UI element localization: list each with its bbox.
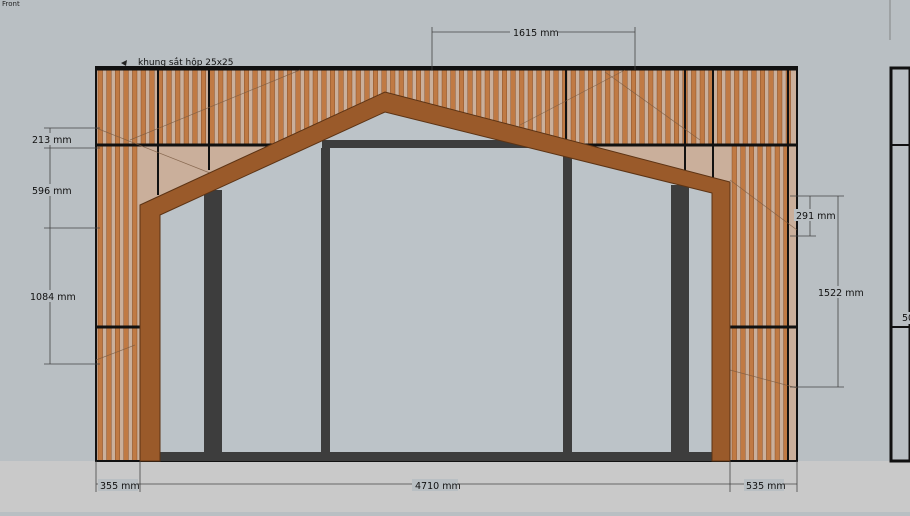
timber-slat [749, 144, 755, 462]
timber-slat [656, 68, 662, 146]
elevation-drawing: khung sắt hộp 25x25 213 mm 596 mm 1084 m… [0, 0, 910, 512]
timber-slat [106, 144, 112, 462]
timber-slat [278, 68, 284, 146]
timber-slat [622, 68, 628, 146]
timber-slat [114, 144, 120, 462]
frame-annotation: khung sắt hộp 25x25 [121, 57, 234, 68]
timber-slat [691, 68, 697, 146]
timber-slat [132, 144, 138, 462]
timber-slat [243, 68, 249, 146]
timber-slat [183, 68, 189, 146]
timber-slat [674, 68, 680, 146]
timber-slat [123, 68, 129, 146]
annotation-arrow [121, 60, 127, 66]
timber-slat [132, 68, 138, 146]
frame-annotation-label: khung sắt hộp 25x25 [138, 57, 234, 68]
timber-slat [570, 68, 576, 146]
timber-slat [596, 68, 602, 146]
timber-slat [97, 68, 103, 146]
timber-slat [751, 68, 757, 146]
timber-slat [226, 68, 232, 146]
timber-slat [734, 68, 740, 146]
timber-slat [261, 68, 267, 146]
door-mullion-center-right [563, 155, 572, 461]
dim-label-bottom-center: 4710 mm [415, 481, 461, 492]
timber-slat [218, 68, 224, 146]
timber-slat [235, 68, 241, 146]
door-sill [160, 452, 712, 461]
dim-label-bottom-right: 535 mm [746, 481, 786, 492]
timber-slat [757, 144, 763, 462]
timber-slat [200, 68, 206, 146]
dim-label-right-large: 1522 mm [818, 288, 864, 299]
timber-slat [740, 144, 746, 462]
timber-slat [648, 68, 654, 146]
timber-slat [766, 144, 772, 462]
timber-slat [149, 68, 155, 146]
dim-label-top: 1615 mm [513, 28, 559, 39]
dim-label-bottom-left: 355 mm [100, 481, 140, 492]
timber-slat [175, 68, 181, 146]
timber-slat [287, 68, 293, 146]
door-mullion-right-inner [671, 185, 680, 461]
timber-slat [774, 144, 780, 462]
timber-slat [605, 68, 611, 146]
timber-slat [588, 68, 594, 146]
timber-slat [252, 68, 258, 146]
timber-slat [631, 68, 637, 146]
dim-label-left-low: 1084 mm [30, 292, 76, 303]
timber-slat [731, 144, 737, 462]
timber-slat [768, 68, 774, 146]
timber-slat [579, 68, 585, 146]
dim-label-right-small: 291 mm [796, 211, 836, 222]
timber-slat [717, 68, 723, 146]
door-mullion-right-outer [680, 185, 689, 461]
timber-slat [777, 68, 783, 146]
door-mullion-left-outer [204, 190, 213, 461]
timber-slat [97, 144, 103, 462]
timber-slat [742, 68, 748, 146]
transom-beam [322, 140, 532, 148]
dim-label-left-top: 213 mm [32, 135, 72, 146]
slat-band-right [731, 144, 789, 462]
timber-slat [725, 68, 731, 146]
timber-slat [192, 68, 198, 146]
view-label: Front [2, 0, 20, 8]
timber-slat [699, 68, 705, 146]
door-mullion-center-left [321, 148, 330, 461]
timber-slat [639, 68, 645, 146]
adjacent-panel-clipped: 50 [889, 0, 910, 463]
adjacent-panel-frame [889, 66, 910, 463]
timber-slat [665, 68, 671, 146]
timber-slat [166, 68, 172, 146]
dim-label-edge-clipped: 50 [902, 313, 910, 324]
timber-slat [123, 144, 129, 462]
door-mullion-left-inner [213, 190, 222, 461]
timber-slat [114, 68, 120, 146]
front-elevation-viewport: Front khung sắt hộp 25x25 213 mm 596 mm … [0, 0, 910, 512]
timber-slat [760, 68, 766, 146]
dim-label-left-mid: 596 mm [32, 186, 72, 197]
